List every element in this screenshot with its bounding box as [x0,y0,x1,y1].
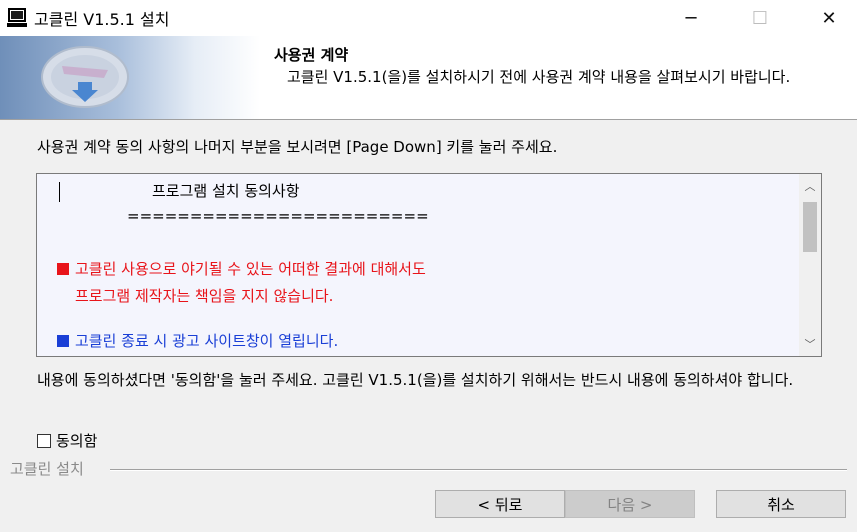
next-button[interactable]: 다음 > [565,490,695,518]
close-button[interactable]: ✕ [806,0,852,36]
scroll-down-button[interactable]: ﹀ [799,334,821,354]
back-button[interactable]: < 뒤로 [435,490,565,518]
minimize-icon: ─ [685,7,697,29]
header-banner [0,36,260,119]
group-divider [110,469,847,471]
cancel-button[interactable]: 취소 [716,490,846,518]
license-item-ads: 고클린 종료 시 광고 사이트창이 열립니다. [57,330,338,351]
page-title: 사용권 계약 [274,46,349,64]
agree-checkbox-row[interactable]: 동의함 [37,430,97,451]
close-icon: ✕ [821,7,837,29]
red-square-icon [57,263,69,275]
accept-instruction: 내용에 동의하셨다면 '동의함'을 눌러 주세요. 고클린 V1.5.1(을)를… [37,371,794,389]
scroll-thumb[interactable] [803,202,817,252]
instruction-text: 사용권 계약 동의 사항의 나머지 부분을 보시려면 [Page Down] 키… [37,138,558,156]
license-title: 프로그램 설치 동의사항 [152,182,300,200]
license-textbox[interactable]: 프로그램 설치 동의사항 ======================== 고클… [36,173,822,357]
license-item-liability: 고클린 사용으로 야기될 수 있는 어떠한 결과에 대해서도 [57,258,426,279]
license-blue-line: 고클린 종료 시 광고 사이트창이 열립니다. [75,332,339,350]
agree-checkbox-label[interactable]: 동의함 [56,430,97,451]
window-title: 고클린 V1.5.1 설치 [34,10,170,29]
title-bar: 고클린 V1.5.1 설치 ─ ☐ ✕ [0,0,857,36]
installer-group-label: 고클린 설치 [10,460,84,478]
blue-square-icon [57,335,69,347]
scroll-up-button[interactable]: ︿ [799,176,821,196]
chevron-up-icon: ︿ [804,180,816,193]
minimize-button[interactable]: ─ [668,0,714,36]
agree-checkbox[interactable] [37,433,51,448]
license-red-line-2: 프로그램 제작자는 책임을 지지 않습니다. [75,287,334,305]
maximize-button[interactable]: ☐ [737,0,783,36]
page-subtitle: 고클린 V1.5.1(을)를 설치하시기 전에 사용권 계약 내용을 살펴보시기… [287,68,791,86]
vertical-scrollbar[interactable]: ︿ ﹀ [799,174,821,356]
maximize-icon: ☐ [751,7,769,29]
license-separator: ======================== [127,207,429,225]
chevron-down-icon: ﹀ [804,338,816,351]
installer-disc-icon [41,46,129,108]
computer-icon [7,8,27,27]
wizard-header: 사용권 계약 고클린 V1.5.1(을)를 설치하시기 전에 사용권 계약 내용… [0,36,857,120]
license-red-line-1: 고클린 사용으로 야기될 수 있는 어떠한 결과에 대해서도 [75,260,426,278]
text-caret [59,182,60,202]
